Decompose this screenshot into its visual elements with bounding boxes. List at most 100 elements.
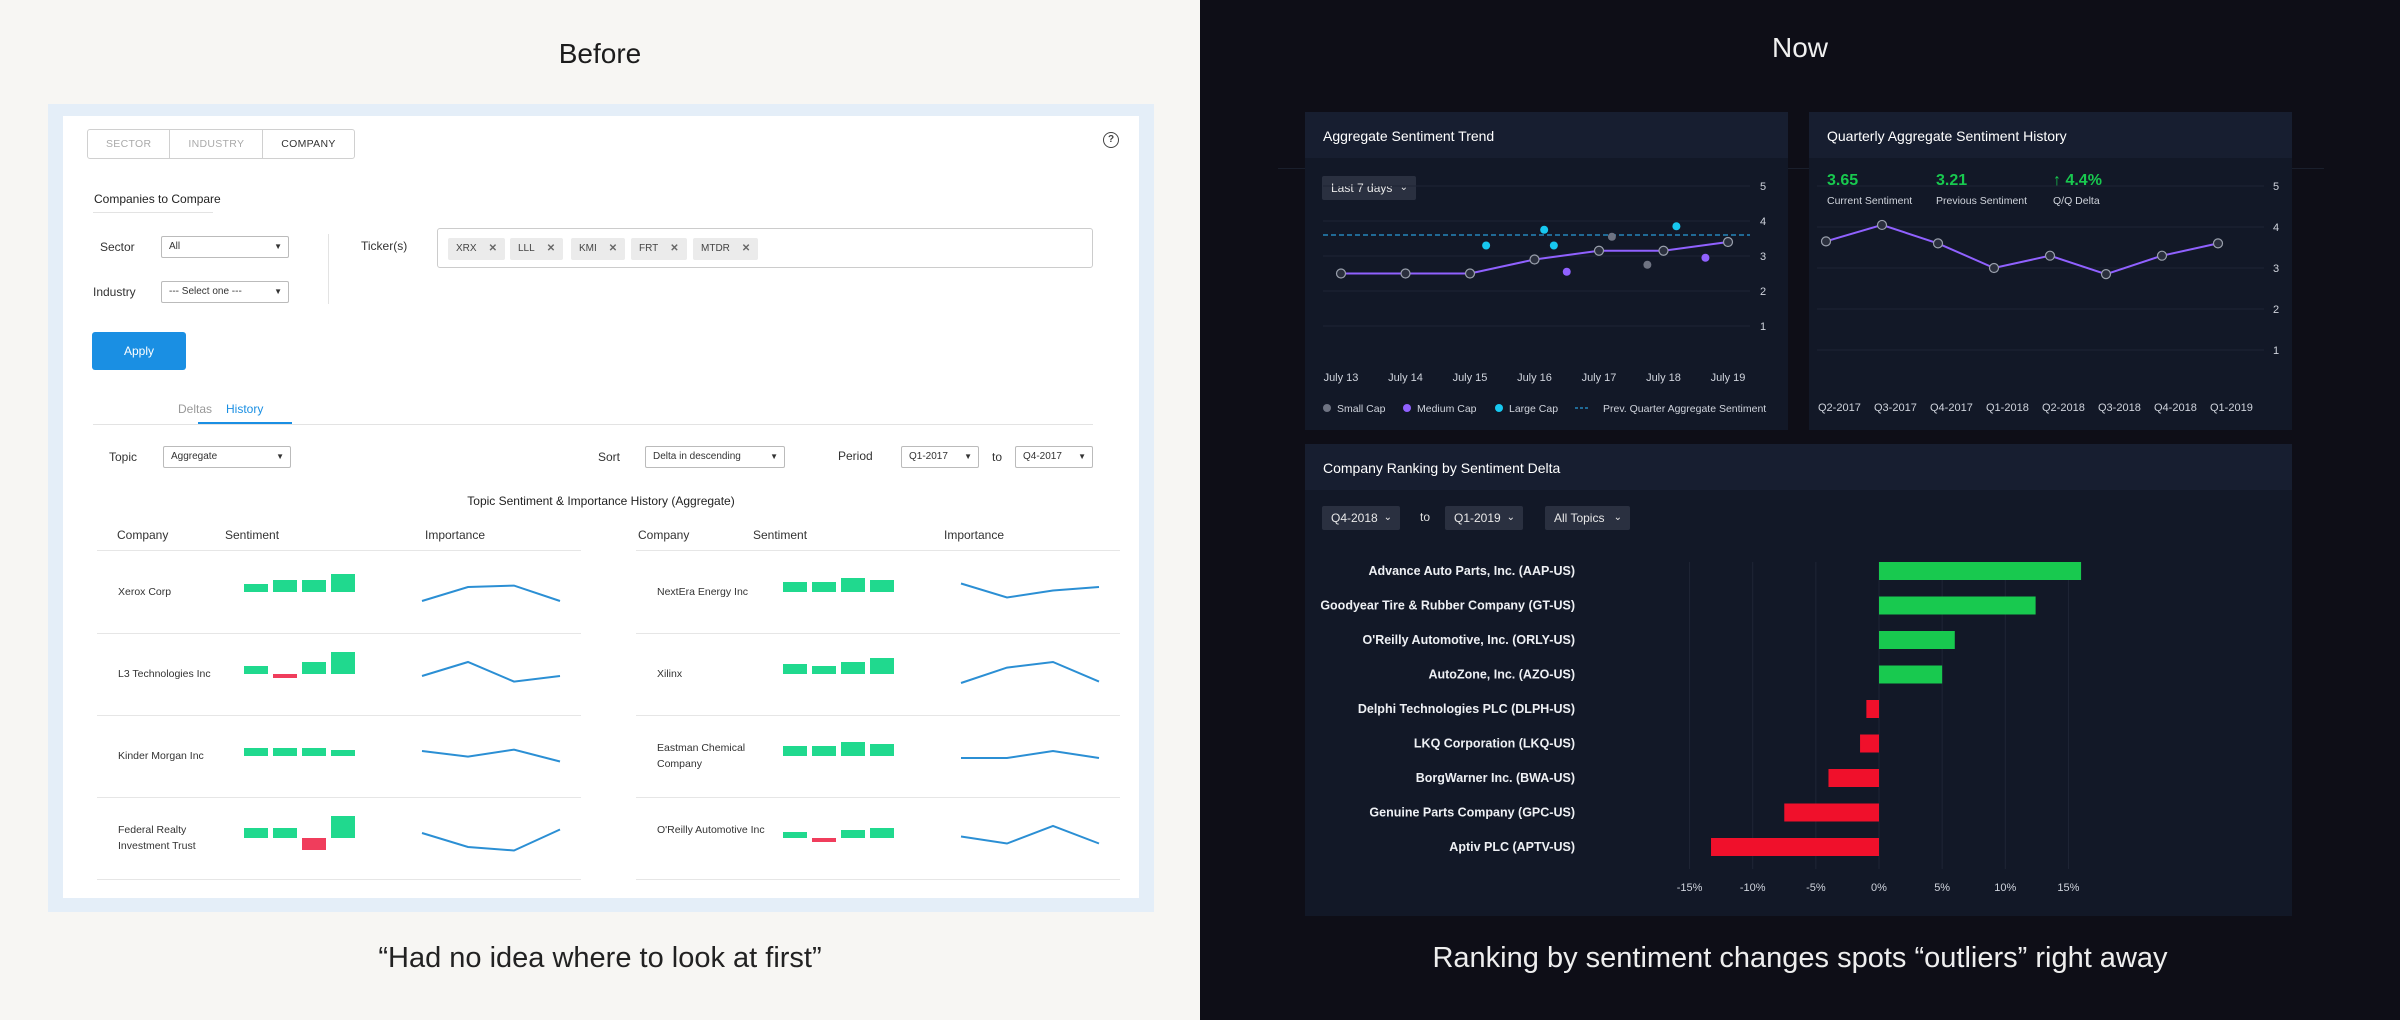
sector-select[interactable]: All ▼ — [161, 236, 289, 258]
company-label: Goodyear Tire & Rubber Company (GT-US) — [1320, 599, 1575, 613]
topic-value: Aggregate — [171, 451, 218, 462]
ticker-chip: LLL ✕ — [510, 238, 564, 260]
tab-underline — [93, 424, 1093, 425]
trend-chart: 1 2 3 4 5 July 13 July 14 July 15 July 16 July 17… — [1323, 181, 1766, 415]
industry-value: --- Select one --- — [169, 286, 242, 297]
period-from-value: Q1-2017 — [909, 451, 948, 462]
ranking-panel: Company Ranking by Sentiment Delta Q4-20… — [1305, 444, 2292, 916]
company-name: L3 Technologies Inc — [118, 668, 211, 680]
row-divider — [636, 879, 1120, 880]
close-icon[interactable]: ✕ — [670, 243, 678, 254]
company-name: NextEra Energy Inc — [657, 586, 749, 598]
close-icon[interactable]: ✕ — [489, 243, 497, 254]
help-icon[interactable]: ? — [1103, 132, 1119, 148]
sort-label: Sort — [598, 450, 621, 464]
legend-label: Prev. Quarter Aggregate Sentiment — [1603, 403, 1766, 415]
x-tick-label: July 19 — [1711, 372, 1746, 384]
importance-line — [960, 824, 1100, 845]
tickers-input[interactable]: XRX ✕ LLL ✕ KMI ✕ FRT ✕ MTDR ✕ — [437, 228, 1093, 268]
sector-label: Sector — [100, 240, 135, 254]
importance-line — [421, 828, 561, 852]
delta-bar-positive — [1879, 596, 2036, 615]
company-name: O'Reilly Automotive Inc — [657, 824, 765, 836]
sentiment-bar-positive — [244, 666, 268, 674]
aggregate-point — [1722, 236, 1734, 248]
sentiment-bar-positive — [273, 580, 297, 592]
close-icon[interactable]: ✕ — [547, 243, 555, 254]
legend-label: Small Cap — [1337, 403, 1386, 415]
legend-marker — [1323, 404, 1331, 412]
row-divider — [636, 633, 1120, 634]
importance-line — [421, 660, 561, 683]
sentiment-bar-positive — [302, 580, 326, 592]
caret-down-icon: ▼ — [276, 452, 284, 461]
delta-bar-negative — [1828, 769, 1879, 787]
sentiment-bar-negative — [812, 838, 836, 842]
sentiment-bar-negative — [273, 674, 297, 678]
x-tick-label: -10% — [1740, 882, 1766, 894]
importance-line — [421, 584, 561, 602]
apply-button[interactable]: Apply — [92, 332, 186, 370]
ranking-chart: -15% -10% -5% 0% 5% 10% 15% Advance Auto Parts,… — [1320, 562, 2082, 894]
legend-marker — [1403, 404, 1411, 412]
tab-company[interactable]: COMPANY — [263, 130, 353, 158]
ticker-chip: MTDR ✕ — [693, 238, 759, 260]
company-name: Eastman Chemical Company — [657, 742, 746, 770]
importance-sparkline — [960, 660, 1100, 684]
tab-deltas[interactable]: Deltas — [178, 402, 212, 416]
sort-value: Delta in descending — [653, 451, 741, 462]
y-tick-label: 5 — [2273, 181, 2279, 193]
large-cap-point — [1672, 222, 1681, 231]
row-divider — [97, 879, 581, 880]
industry-select[interactable]: --- Select one --- ▼ — [161, 281, 289, 303]
delta-bar-negative — [1711, 838, 1879, 856]
close-icon[interactable]: ✕ — [609, 243, 617, 254]
x-tick-label: Q1-2018 — [1986, 402, 2029, 414]
tab-industry[interactable]: INDUSTRY — [170, 130, 264, 158]
large-cap-point — [1549, 241, 1558, 250]
row-divider — [636, 797, 1120, 798]
sentiment-bar-positive — [870, 744, 894, 756]
tab-history[interactable]: History — [226, 402, 263, 416]
legend-marker — [1495, 404, 1503, 412]
period-to-select[interactable]: Q4-2017 ▼ — [1015, 446, 1093, 468]
sort-select[interactable]: Delta in descending ▼ — [645, 446, 785, 468]
y-tick-label: 5 — [1760, 181, 1766, 193]
ticker-chip-label: FRT — [639, 243, 659, 254]
sentiment-bar-positive — [331, 816, 355, 838]
aggregate-point — [1400, 268, 1411, 279]
now-title: Now — [1771, 32, 1828, 63]
aggregate-point — [1658, 245, 1669, 256]
sentiment-bar-positive — [302, 748, 326, 756]
period-from-select[interactable]: Q1-2017 ▼ — [901, 446, 979, 468]
small-cap-point — [1643, 260, 1652, 269]
sentiment-bar-positive — [870, 580, 894, 592]
y-tick-label: 3 — [1760, 251, 1766, 263]
y-tick-label: 2 — [1760, 286, 1766, 298]
company-label: O'Reilly Automotive, Inc. (ORLY-US) — [1363, 633, 1576, 647]
company-label: LKQ Corporation (LKQ-US) — [1414, 737, 1575, 751]
period-to-value: Q4-2017 — [1023, 451, 1062, 462]
tab-sector[interactable]: SECTOR — [88, 130, 171, 158]
history-point — [2100, 269, 2112, 280]
delta-bar-negative — [1866, 700, 1879, 718]
tickers-label: Ticker(s) — [361, 239, 408, 253]
caret-down-icon: ▼ — [770, 452, 778, 461]
history-point — [1988, 262, 2000, 274]
divider — [93, 212, 213, 213]
company-name: Xerox Corp — [118, 586, 172, 598]
importance-sparkline — [421, 584, 561, 602]
history-panel: Quarterly Aggregate Sentiment History 3.… — [1809, 112, 2292, 430]
row-divider — [97, 715, 581, 716]
delta-bar-positive — [1879, 665, 1943, 684]
x-tick-label: Q3-2018 — [2098, 402, 2141, 414]
ticker-chip-label: XRX — [456, 243, 477, 254]
topic-select[interactable]: Aggregate ▼ — [163, 446, 291, 468]
aggregate-point — [1529, 254, 1540, 265]
sentiment-bar-positive — [783, 582, 807, 592]
sentiment-bar-positive — [331, 652, 355, 674]
sentiment-bar-positive — [273, 828, 297, 838]
caret-down-icon: ▼ — [274, 287, 282, 296]
before-title: Before — [558, 38, 642, 69]
close-icon[interactable]: ✕ — [742, 243, 750, 254]
